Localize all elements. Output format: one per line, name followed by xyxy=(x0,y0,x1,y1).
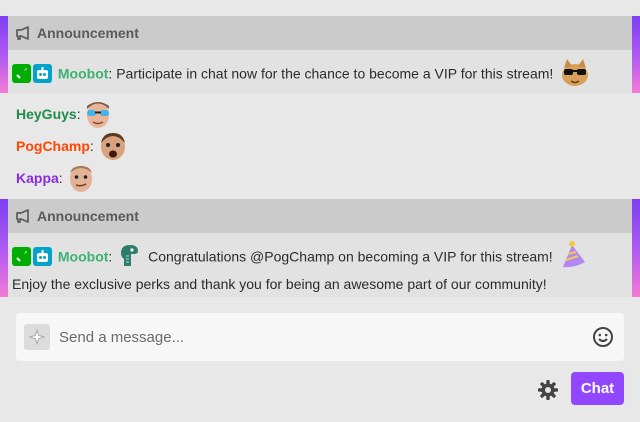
announcement-header: Announcement xyxy=(0,199,640,233)
megaphone-icon xyxy=(16,26,29,40)
announcement-text-line-2: Enjoy the exclusive perks and thank you … xyxy=(12,276,547,292)
announcement-message: Moobot: Participate in chat now for the … xyxy=(0,50,640,93)
announcement-message: Moobot: Congratulations @PogChamp on bec… xyxy=(0,233,640,295)
moderator-badge-icon[interactable] xyxy=(12,63,31,83)
cool-cat-sunglasses-emote-icon[interactable] xyxy=(559,57,591,93)
chat-message-1: HeyGuys: xyxy=(16,99,112,132)
kappa-emote-icon[interactable] xyxy=(67,163,95,196)
settings-gear-icon[interactable] xyxy=(537,379,559,404)
chat-message-2: PogChamp: xyxy=(16,131,128,164)
username-kappa[interactable]: Kappa xyxy=(16,170,59,186)
bot-badge-icon[interactable] xyxy=(33,63,52,83)
heyguys-emote-icon[interactable] xyxy=(84,99,112,132)
announcement-2: Announcement Moobot: Congratulations @Po… xyxy=(0,199,640,297)
bot-badge-icon[interactable] xyxy=(33,246,52,266)
party-hat-emote-icon[interactable] xyxy=(560,240,588,276)
emoji-picker-smiley-icon[interactable] xyxy=(592,326,614,348)
username-moobot[interactable]: Moobot xyxy=(58,249,109,265)
sparkle-icon[interactable] xyxy=(24,324,50,350)
username-heyguys[interactable]: HeyGuys xyxy=(16,106,77,122)
chat-message-input[interactable] xyxy=(59,328,592,346)
send-chat-button[interactable]: Chat xyxy=(571,372,624,405)
announcement-text: Congratulations @PogChamp on becoming a … xyxy=(144,248,553,265)
username-pogchamp[interactable]: PogChamp xyxy=(16,138,90,154)
announcement-text: Participate in chat now for the chance t… xyxy=(112,65,554,82)
announcement-header: Announcement xyxy=(0,16,640,50)
megaphone-icon xyxy=(16,209,29,223)
announcement-1: Announcement Moobot: Participate in chat… xyxy=(0,16,640,93)
chat-input-container xyxy=(16,313,624,361)
moderator-badge-icon[interactable] xyxy=(12,246,31,266)
pogchamp-emote-icon[interactable] xyxy=(98,131,128,164)
chat-message-3: Kappa: xyxy=(16,163,95,196)
dinosaur-emote-icon[interactable] xyxy=(118,242,142,274)
username-moobot[interactable]: Moobot xyxy=(58,66,109,82)
